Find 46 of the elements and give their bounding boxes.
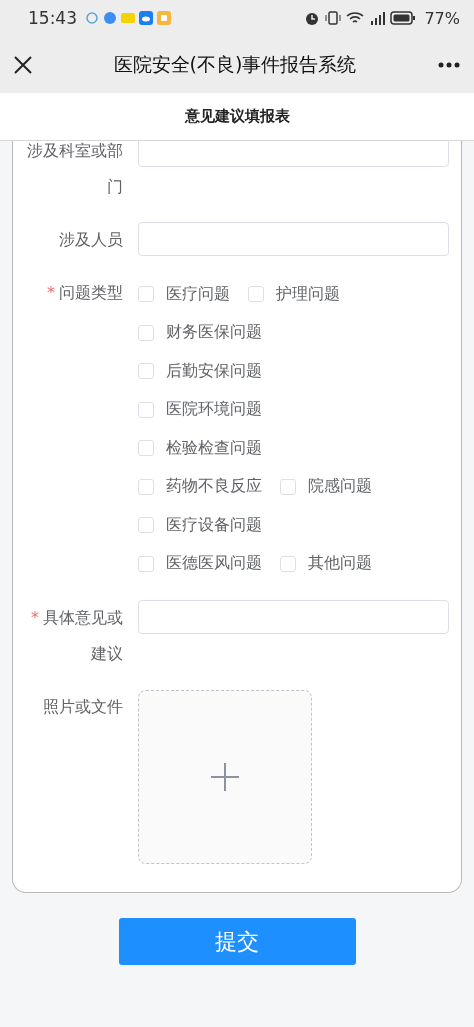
input-field[interactable]	[138, 141, 449, 167]
app-icon	[121, 11, 135, 25]
checkbox[interactable]	[138, 286, 154, 303]
field-label: 涉及人员	[58, 229, 123, 251]
vibrate-icon	[324, 10, 343, 26]
input-field[interactable]	[138, 600, 449, 634]
checkbox-label[interactable]: 医德医风问题	[166, 553, 262, 575]
checkbox-label[interactable]: 财务医保问题	[166, 322, 262, 344]
checkbox[interactable]	[280, 555, 296, 572]
field-label: * 具体意见或建议	[30, 607, 123, 665]
more-icon[interactable]	[438, 61, 460, 68]
checkbox[interactable]	[248, 286, 264, 303]
checkbox[interactable]	[138, 401, 154, 418]
checkbox-label[interactable]: 医疗问题	[166, 283, 230, 305]
checkbox[interactable]	[138, 324, 154, 341]
checkbox-label[interactable]: 医疗设备问题	[166, 514, 262, 536]
close-icon[interactable]	[14, 55, 32, 74]
checkbox-label[interactable]: 其他问题	[308, 553, 372, 575]
checkbox[interactable]	[138, 440, 154, 457]
checkbox-label[interactable]: 院感问题	[308, 476, 372, 498]
battery-icon	[390, 10, 417, 26]
checkbox-label[interactable]: 医院环境问题	[166, 399, 262, 421]
checkbox[interactable]	[138, 555, 154, 572]
field-label: * 问题类型	[46, 282, 123, 304]
checkbox-label[interactable]: 药物不良反应	[166, 476, 262, 498]
checkbox-label[interactable]: 护理问题	[276, 283, 340, 305]
checkbox-label[interactable]: 检验检查问题	[166, 437, 262, 459]
wifi-icon	[346, 10, 365, 26]
input-field[interactable]	[138, 222, 449, 256]
app-icon	[157, 11, 171, 25]
app-title: 医院安全(不良)事件报告系统	[112, 51, 358, 77]
upload-area[interactable]	[138, 690, 312, 864]
alarm-icon	[304, 10, 321, 26]
battery-level: 77%	[424, 8, 460, 28]
checkbox[interactable]	[138, 478, 154, 495]
checkbox[interactable]	[138, 363, 154, 380]
signal-icon	[368, 10, 387, 26]
cloud-icon	[139, 11, 153, 25]
checkbox-label[interactable]: 后勤安保问题	[166, 360, 262, 382]
checkbox[interactable]	[280, 478, 296, 495]
status-time: 15:43	[28, 8, 77, 28]
plus-icon	[211, 763, 239, 791]
field-label: 照片或文件	[42, 696, 123, 718]
page-title: 意见建议填报表	[184, 107, 290, 126]
field-label: 涉及科室或部门	[26, 141, 123, 198]
checkbox[interactable]	[138, 517, 154, 534]
